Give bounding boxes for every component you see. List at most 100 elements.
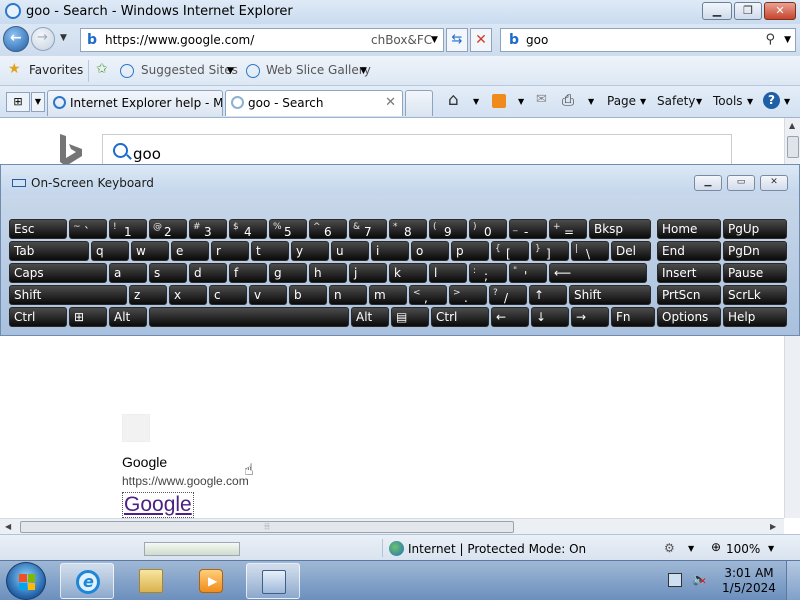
quick-tabs-icon[interactable]: ⊞ [6,92,30,112]
favorites-button[interactable]: Favorites [29,63,83,77]
key-c[interactable]: c [209,285,247,305]
key-alt[interactable]: Alt [109,307,147,327]
tracking-dropdown-icon[interactable]: ▼ [688,544,694,553]
key-n[interactable]: n [329,285,367,305]
volume-muted-icon[interactable]: 🔈 ✕ [692,572,707,587]
key-help[interactable]: Help [723,307,787,327]
key-f[interactable]: f [229,263,267,283]
key-t[interactable]: t [251,241,289,261]
suggested-sites-dropdown-icon[interactable]: ▼ [227,66,234,76]
key-shift[interactable]: Shift [569,285,651,305]
osk-maximize-button[interactable]: ▭ [727,175,755,191]
print-dropdown-icon[interactable]: ▼ [588,97,594,106]
key-pgup[interactable]: PgUp [723,219,787,239]
key-9[interactable]: (9 [429,219,467,239]
key-7[interactable]: & 7 [349,219,387,239]
key-insert[interactable]: Insert [657,263,721,283]
key-space[interactable] [149,307,349,327]
scroll-up-icon[interactable]: ▲ [789,121,795,130]
result-thumbnail[interactable] [122,414,150,442]
key-x[interactable]: x [169,285,207,305]
key-i[interactable]: i [371,241,409,261]
search-icon[interactable]: ⚲ [765,32,775,47]
zoom-icon[interactable]: ⊕ [711,540,721,554]
key-ctrl[interactable]: Ctrl [431,307,489,327]
network-icon[interactable] [668,573,682,587]
forward-button[interactable]: → [31,27,55,51]
result-url[interactable]: https://www.google.com [122,474,249,488]
read-mail-icon[interactable]: ✉ [536,92,547,107]
home-dropdown-icon[interactable]: ▼ [473,97,479,106]
key-symbol[interactable]: ▤ [391,307,429,327]
tab-list-dropdown-icon[interactable]: ▼ [31,92,45,112]
key-y[interactable]: y [291,241,329,261]
search-options-dropdown-icon[interactable]: ▼ [784,35,791,45]
key-e[interactable]: e [171,241,209,261]
key-k[interactable]: k [389,263,427,283]
key-shift[interactable]: Shift [9,285,127,305]
key-5[interactable]: % 5 [269,219,307,239]
key-symbol[interactable]: ⟵ [549,263,647,283]
tools-menu[interactable]: Tools [713,94,743,108]
tracking-protection-icon[interactable]: ⚙ [664,541,675,555]
key-prtscn[interactable]: PrtScn [657,285,721,305]
start-button[interactable] [6,562,46,600]
key-g[interactable]: g [269,263,307,283]
key-symbol[interactable]: | \ [571,241,609,261]
key-esc[interactable]: Esc [9,219,67,239]
key-symbol[interactable]: → [571,307,609,327]
tab-ie-help[interactable]: Internet Explorer help - Mi... [47,90,223,116]
key-r[interactable]: r [211,241,249,261]
horizontal-scrollbar[interactable]: ◀ ⦙⦙⦙ ▶ [0,518,784,534]
key-h[interactable]: h [309,263,347,283]
feeds-dropdown-icon[interactable]: ▼ [518,97,524,106]
web-slice-dropdown-icon[interactable]: ▼ [360,66,367,76]
close-button[interactable]: ✕ [764,2,796,20]
print-icon[interactable]: ⎙ [562,91,574,109]
key-4[interactable]: $4 [229,219,267,239]
zone-status[interactable]: Internet | Protected Mode: On [408,542,586,556]
osk-minimize-button[interactable]: ▁ [694,175,722,191]
new-tab-button[interactable] [405,90,433,116]
key-symbol[interactable]: }] [531,241,569,261]
key-ctrl[interactable]: Ctrl [9,307,67,327]
osk-title-bar[interactable]: On-Screen Keyboard ▁ ▭ ✕ [1,165,799,195]
key-symbol[interactable]: :; [469,263,507,283]
tab-goo-search[interactable]: goo - Search ✕ [225,90,403,116]
key-w[interactable]: w [131,241,169,261]
key-0[interactable]: ) 0 [469,219,507,239]
safety-dropdown-icon[interactable]: ▼ [696,97,702,106]
address-input[interactable]: b https://www.google.com/ chBox&FC ▼ [80,28,444,52]
page-dropdown-icon[interactable]: ▼ [640,97,646,106]
scroll-right-icon[interactable]: ▶ [770,522,776,531]
tools-dropdown-icon[interactable]: ▼ [747,97,753,106]
key-symbol[interactable]: ~ ` [69,219,107,239]
help-icon[interactable]: ? [763,92,780,109]
taskbar-on-screen-keyboard[interactable] [246,563,300,599]
zoom-level[interactable]: 100% [726,542,760,556]
result-title-link[interactable]: Google [122,492,194,518]
taskbar-explorer[interactable] [124,563,178,599]
key-l[interactable]: l [429,263,467,283]
refresh-button[interactable]: ⇆ [446,28,468,52]
search-query-text[interactable]: goo [526,33,548,47]
suggested-sites-link[interactable]: Suggested Sites [141,63,238,77]
restore-button[interactable]: ❐ [734,2,762,20]
vertical-scroll-thumb[interactable] [787,136,799,158]
key-p[interactable]: p [451,241,489,261]
home-icon[interactable]: ⌂ [448,90,459,110]
key-symbol[interactable]: <, [409,285,447,305]
key-s[interactable]: s [149,263,187,283]
back-button[interactable]: ← [3,26,29,52]
key-z[interactable]: z [129,285,167,305]
key-3[interactable]: #3 [189,219,227,239]
key-scrlk[interactable]: ScrLk [723,285,787,305]
feeds-icon[interactable] [492,94,506,108]
recent-pages-dropdown-icon[interactable]: ▼ [60,33,67,43]
address-dropdown-icon[interactable]: ▼ [431,35,438,45]
key-home[interactable]: Home [657,219,721,239]
key-symbol[interactable]: ↓ [531,307,569,327]
safety-menu[interactable]: Safety [657,94,695,108]
key-m[interactable]: m [369,285,407,305]
key-j[interactable]: j [349,263,387,283]
